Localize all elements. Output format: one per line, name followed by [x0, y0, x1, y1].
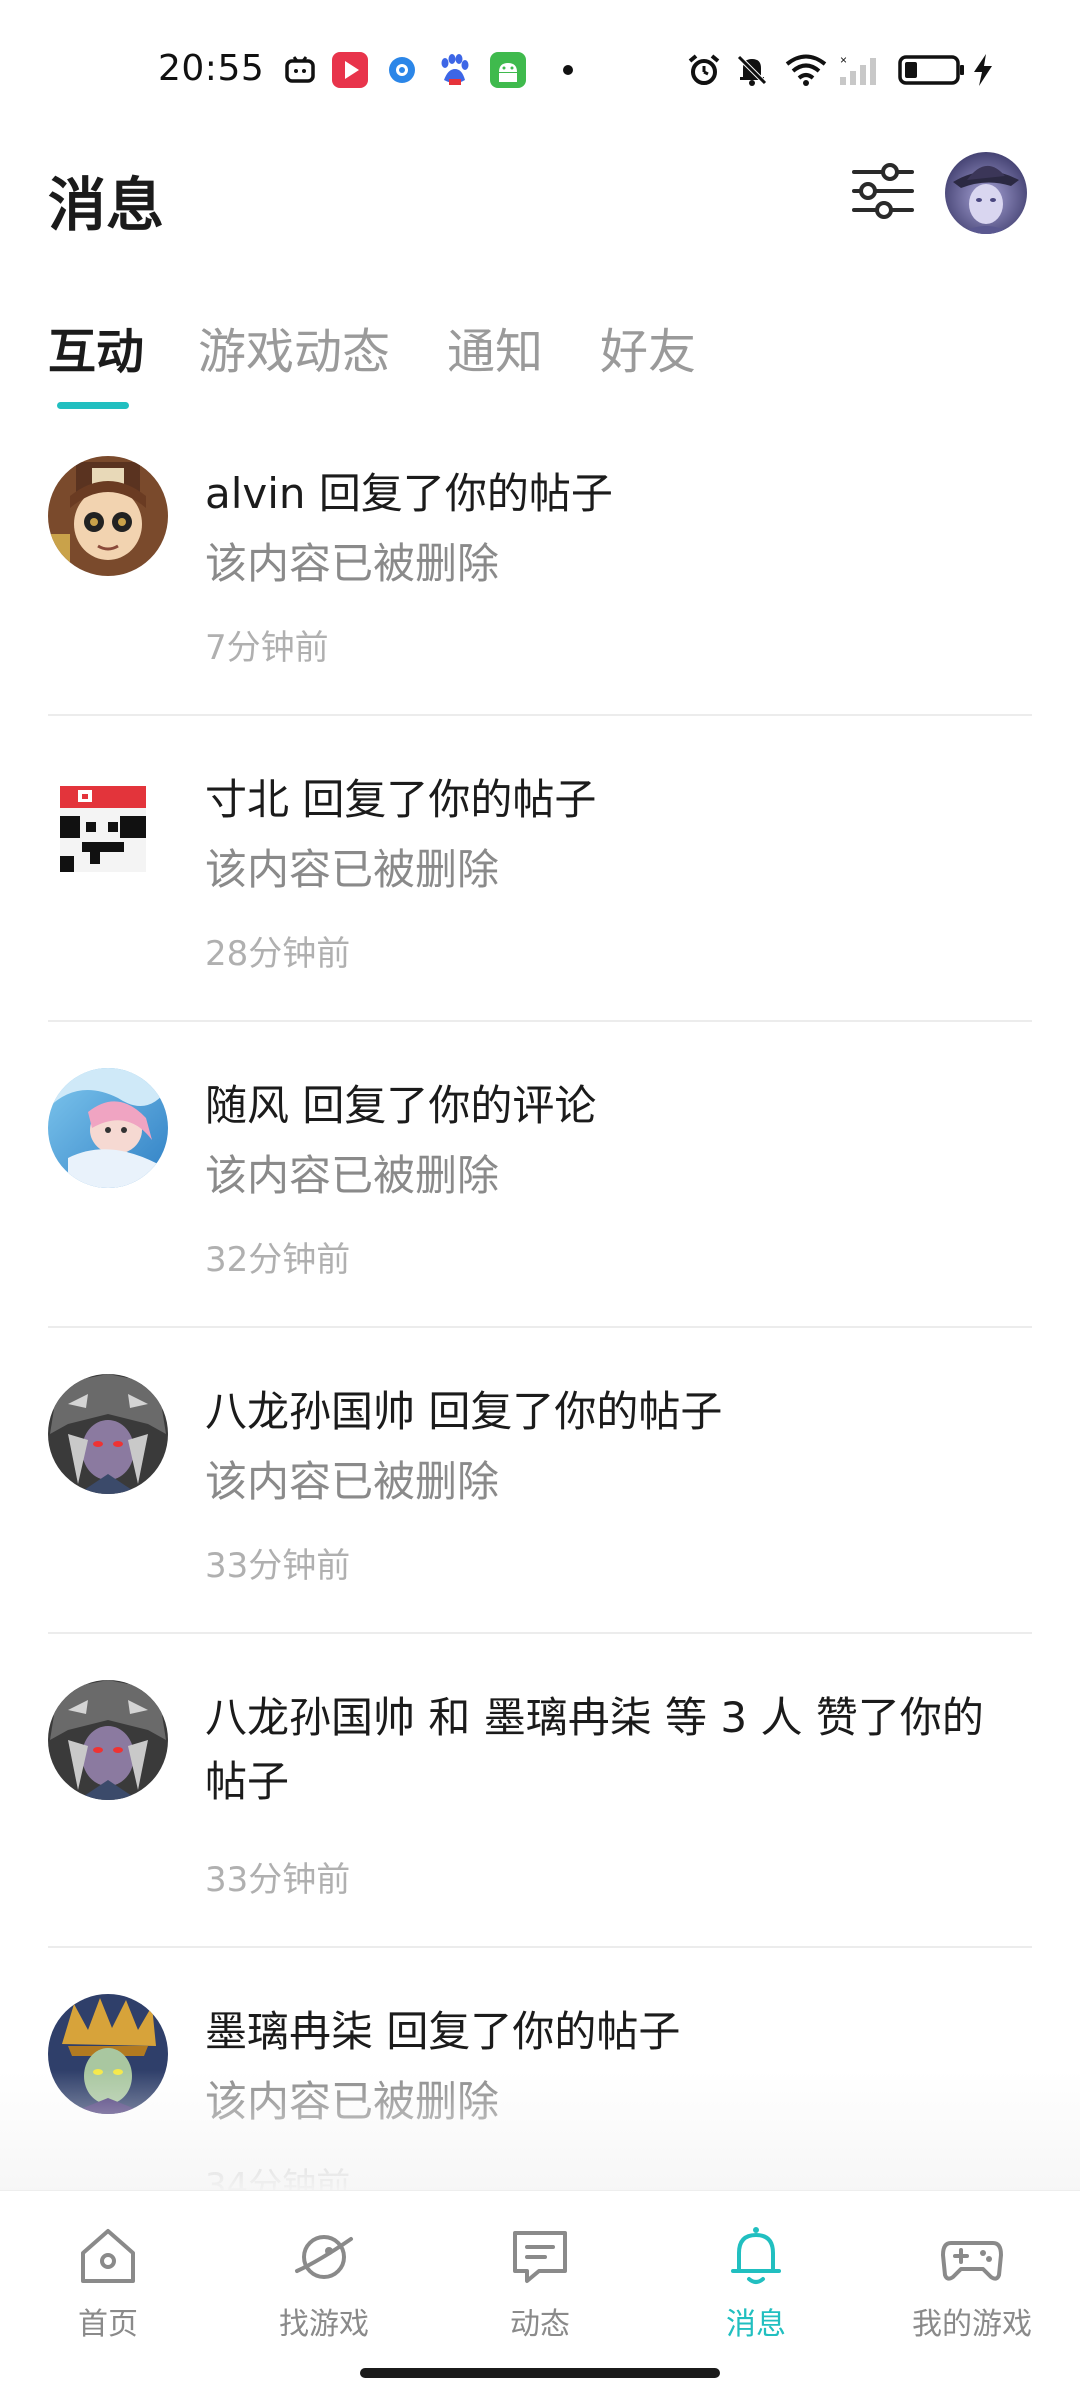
home-indicator[interactable] — [360, 2368, 720, 2378]
message-item[interactable]: 八龙孙国帅 回复了你的帖子 该内容已被删除 33分钟前 — [0, 1330, 1080, 1636]
filter-button[interactable] — [850, 158, 916, 224]
message-title: 八龙孙国帅 和 墨璃冉柒 等 3 人 赞了你的帖子 — [205, 1693, 984, 1806]
tab-interaction[interactable]: 互动 — [48, 312, 144, 382]
bell-icon — [731, 2227, 781, 2284]
silent-bell-icon — [734, 52, 770, 88]
avatar[interactable] — [48, 456, 168, 576]
tab-notifications[interactable]: 通知 — [447, 312, 543, 382]
message-time: 7分钟前 — [205, 628, 329, 668]
nav-feed[interactable]: 动态 — [432, 2221, 648, 2351]
nav-home[interactable]: 首页 — [0, 2221, 216, 2351]
message-time: 33分钟前 — [205, 1860, 351, 1900]
user-avatar[interactable] — [945, 152, 1027, 234]
baidu-icon — [436, 52, 472, 88]
svg-text:×: × — [840, 53, 847, 67]
message-subtitle: 该内容已被删除 — [205, 2077, 500, 2126]
status-time: 20:55 — [158, 48, 265, 89]
message-item[interactable]: 八龙孙国帅 和 墨璃冉柒 等 3 人 赞了你的帖子 33分钟前 — [0, 1636, 1080, 1950]
divider — [48, 714, 1032, 716]
message-title: 墨璃冉柒 回复了你的帖子 — [205, 2007, 681, 2056]
status-bar: 20:55 × — [0, 0, 1080, 140]
avatar[interactable] — [48, 1374, 168, 1494]
message-title: alvin 回复了你的帖子 — [205, 469, 613, 518]
nav-label: 我的游戏 — [912, 2307, 1032, 2342]
message-item[interactable]: 寸北 回复了你的帖子 该内容已被删除 28分钟前 — [0, 718, 1080, 1024]
signal-icon: × — [838, 52, 878, 88]
message-title: 八龙孙国帅 回复了你的帖子 — [205, 1387, 723, 1436]
message-time: 32分钟前 — [205, 1240, 351, 1280]
nav-label: 动态 — [510, 2307, 570, 2342]
wifi-icon — [784, 52, 828, 88]
nav-label: 首页 — [78, 2307, 138, 2342]
message-item[interactable]: 随风 回复了你的评论 该内容已被删除 32分钟前 — [0, 1024, 1080, 1330]
avatar[interactable] — [60, 786, 146, 872]
avatar[interactable] — [48, 1680, 168, 1800]
charging-icon — [970, 52, 996, 88]
alarm-icon — [686, 52, 722, 88]
page-title: 消息 — [48, 171, 165, 239]
android-app-icon — [490, 52, 526, 88]
divider — [48, 1326, 1032, 1328]
nav-label: 找游戏 — [279, 2307, 369, 2342]
chat-icon — [513, 2231, 567, 2283]
sliders-icon — [852, 163, 914, 219]
bilibili-icon — [282, 52, 318, 88]
message-item[interactable]: 墨璃冉柒 回复了你的帖子 该内容已被删除 34分钟前 — [0, 1950, 1080, 2190]
message-time: 28分钟前 — [205, 934, 351, 974]
tab-game-updates[interactable]: 游戏动态 — [198, 312, 390, 382]
message-time: 34分钟前 — [205, 2166, 351, 2190]
planet-icon — [295, 2235, 353, 2279]
avatar[interactable] — [48, 1068, 168, 1188]
nav-my-games[interactable]: 我的游戏 — [864, 2221, 1080, 2351]
dot-icon — [550, 52, 586, 88]
message-title: 随风 回复了你的评论 — [205, 1081, 597, 1130]
message-list: alvin 回复了你的帖子 该内容已被删除 7分钟前 寸北 回复了你的帖子 该内… — [0, 412, 1080, 2190]
tab-friends[interactable]: 好友 — [600, 312, 696, 382]
nav-messages[interactable]: 消息 — [648, 2221, 864, 2351]
divider — [48, 1632, 1032, 1634]
home-icon — [81, 2229, 135, 2283]
message-time: 33分钟前 — [205, 1546, 351, 1586]
divider — [48, 1946, 1032, 1948]
battery-icon — [898, 52, 966, 88]
message-subtitle: 该内容已被删除 — [205, 845, 500, 894]
nav-find-games[interactable]: 找游戏 — [216, 2221, 432, 2351]
message-item[interactable]: alvin 回复了你的帖子 该内容已被删除 7分钟前 — [0, 412, 1080, 718]
message-title: 寸北 回复了你的帖子 — [205, 775, 597, 824]
message-subtitle: 该内容已被删除 — [205, 1457, 500, 1506]
gamepad-icon — [941, 2241, 1003, 2281]
video-app-icon — [332, 52, 368, 88]
divider — [48, 1020, 1032, 1022]
message-subtitle: 该内容已被删除 — [205, 1151, 500, 1200]
blue-app-icon — [384, 52, 420, 88]
nav-label: 消息 — [726, 2307, 786, 2342]
active-tab-indicator — [57, 402, 129, 409]
message-subtitle: 该内容已被删除 — [205, 539, 500, 588]
avatar[interactable] — [48, 1994, 168, 2114]
